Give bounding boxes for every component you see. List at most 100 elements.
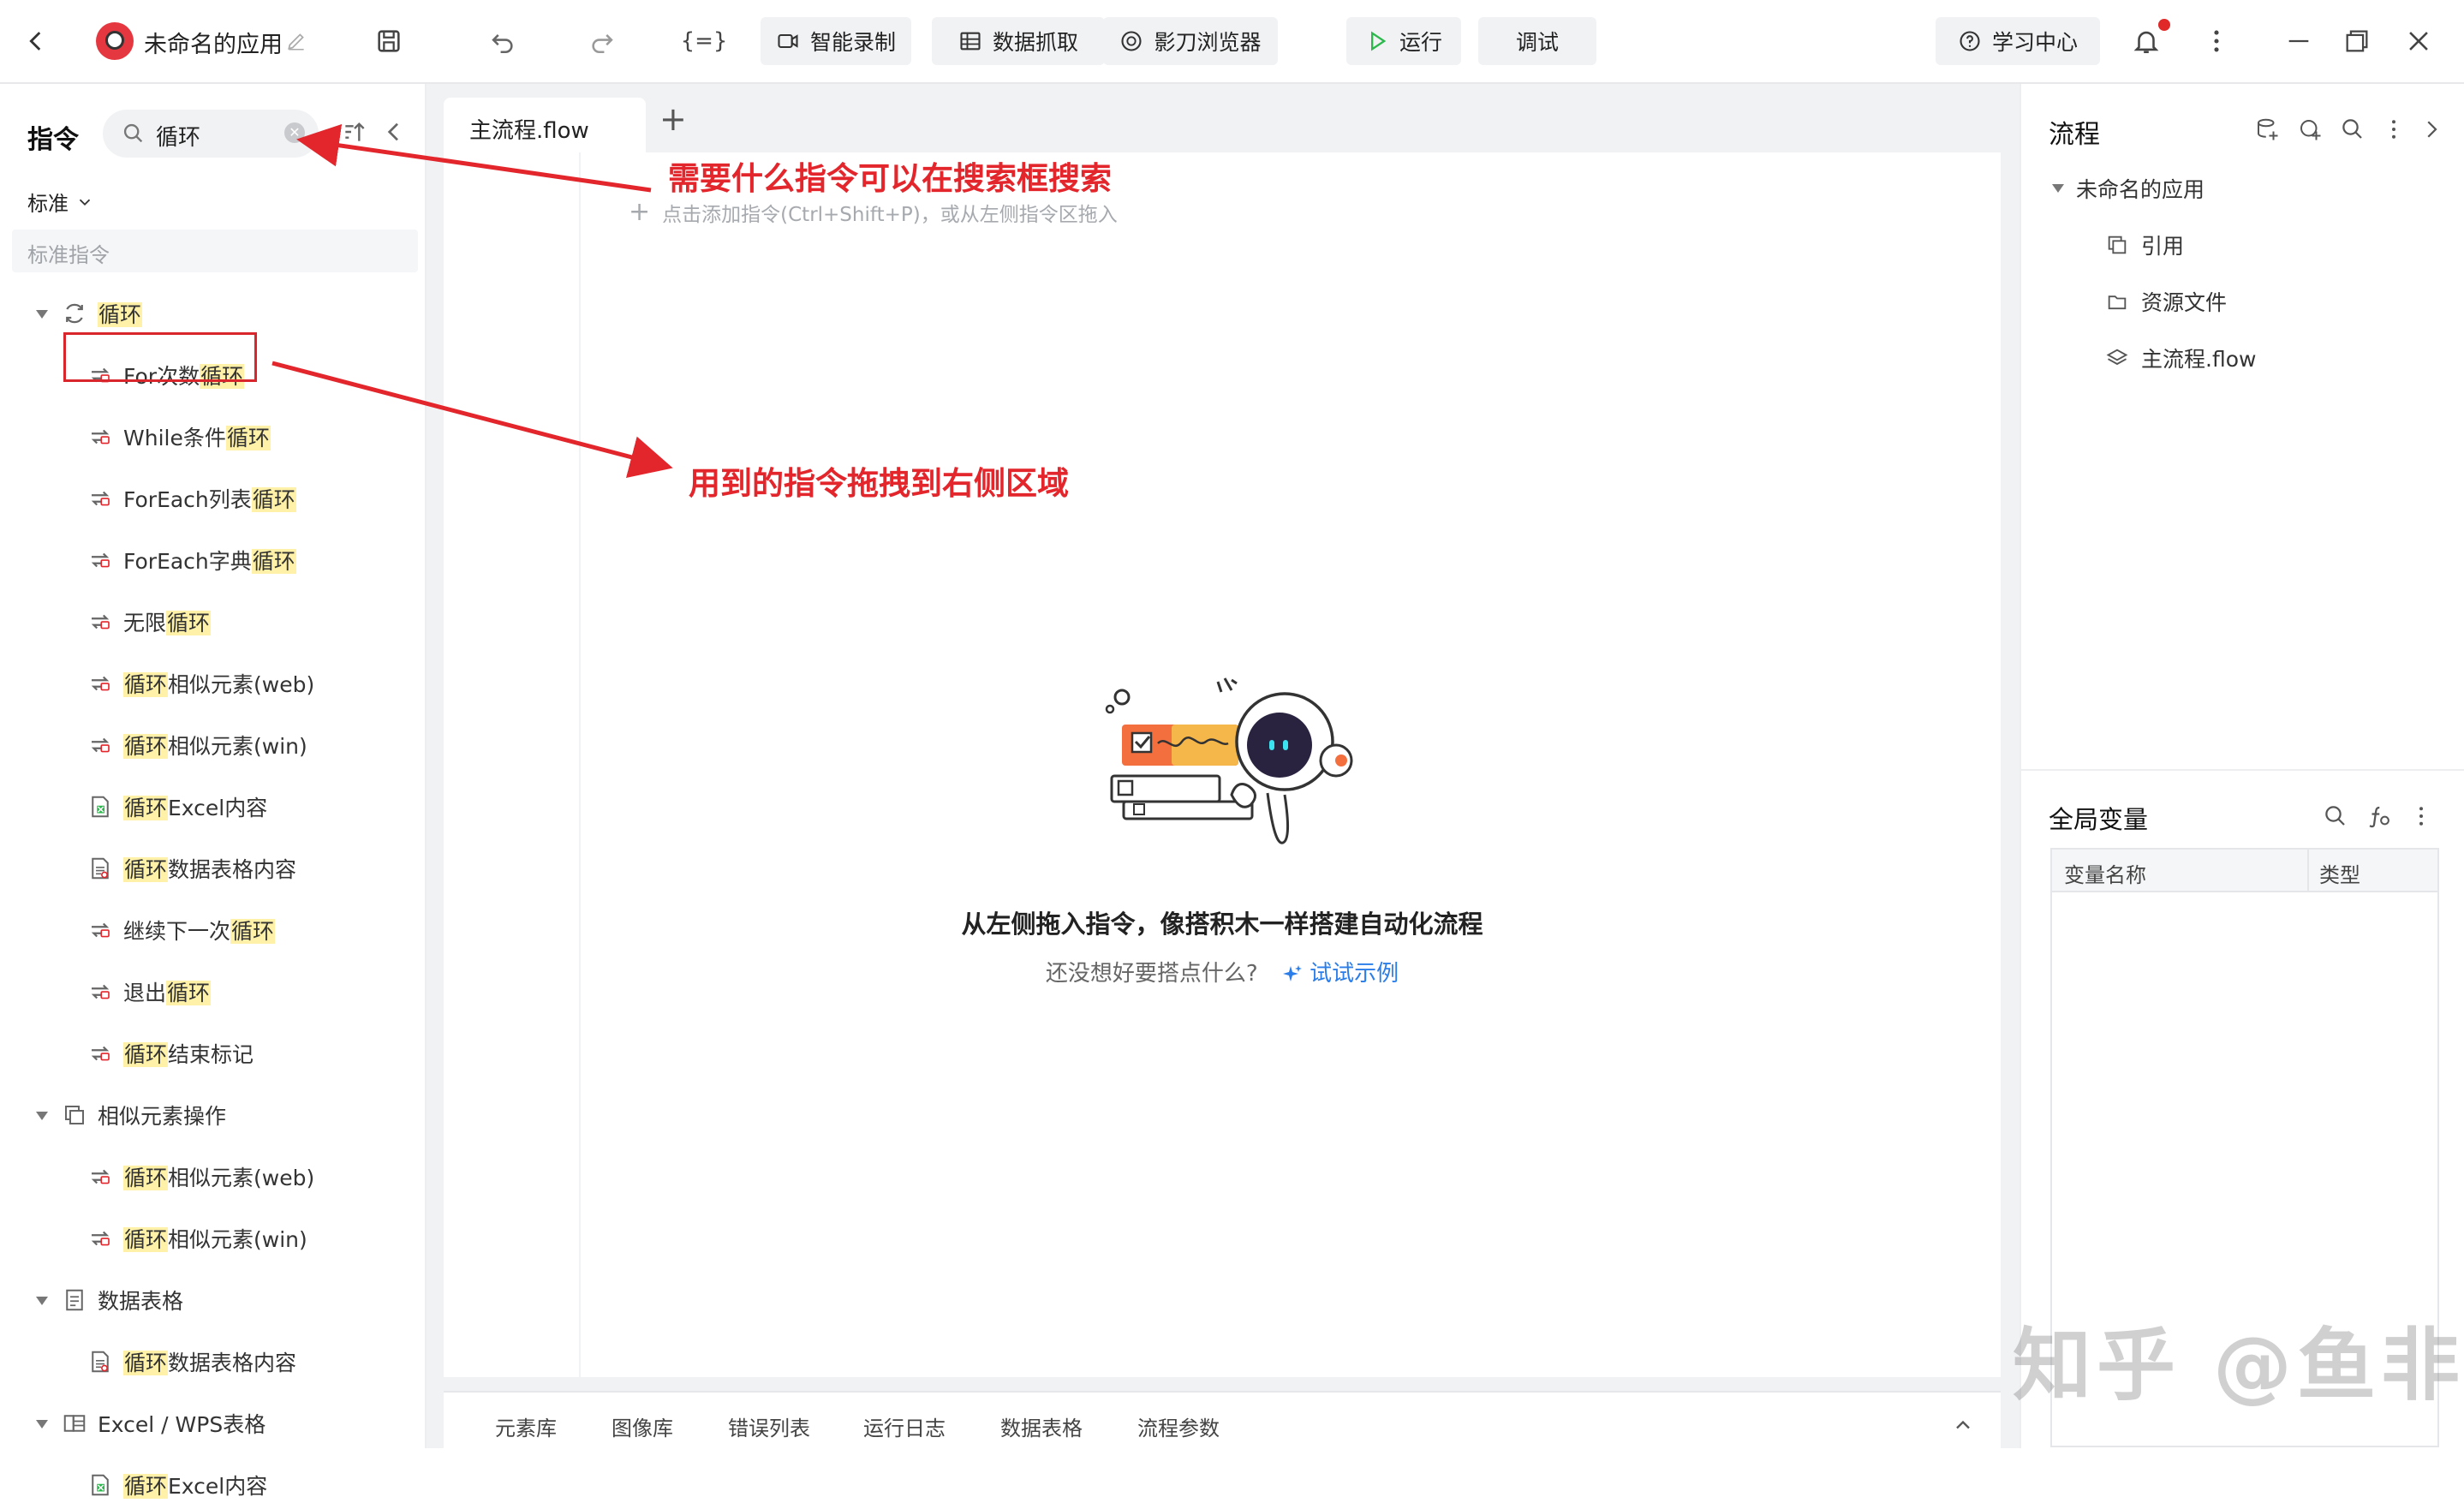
plus-icon: + bbox=[629, 197, 651, 227]
tab-run-log[interactable]: 运行日志 bbox=[863, 1411, 946, 1441]
more-icon[interactable] bbox=[2408, 803, 2434, 829]
loop-command-icon bbox=[87, 979, 113, 1005]
caret-down-icon[interactable] bbox=[36, 1112, 48, 1120]
tree-group-2[interactable]: 数据表格 bbox=[62, 1276, 183, 1324]
table-header: 变量名称 类型 bbox=[2052, 850, 2437, 892]
clear-search-icon[interactable]: ✕ bbox=[284, 122, 305, 143]
collapse-panel-icon[interactable] bbox=[380, 118, 408, 146]
flow-canvas[interactable]: + 点击添加指令(Ctrl+Shift+P)，或从左侧指令区拖入 从左侧拖入指令… bbox=[444, 152, 2001, 1377]
highlight-box-annotation bbox=[63, 332, 257, 382]
instruction-item[interactable]: 继续下一次循环 bbox=[87, 906, 276, 954]
instruction-item[interactable]: ForEach字典循环 bbox=[87, 536, 296, 584]
robot-illustration bbox=[1105, 677, 1353, 844]
variable-icon[interactable]: {=} bbox=[681, 21, 728, 62]
tree-group-1[interactable]: 相似元素操作 bbox=[62, 1091, 226, 1139]
instruction-item[interactable]: 退出循环 bbox=[87, 968, 212, 1016]
run-button[interactable]: 运行 bbox=[1346, 17, 1461, 65]
table-file-icon bbox=[87, 1349, 113, 1375]
search-icon[interactable] bbox=[2340, 116, 2366, 142]
tab-error-list[interactable]: 错误列表 bbox=[728, 1411, 810, 1441]
tree-group-0[interactable]: 循环 bbox=[62, 289, 143, 337]
search-icon[interactable] bbox=[2323, 803, 2348, 829]
loop-command-icon bbox=[87, 671, 113, 696]
instruction-label: 循环结束标记 bbox=[123, 1042, 254, 1067]
video-camera-icon bbox=[778, 33, 798, 49]
tree-item-reference[interactable]: 引用 bbox=[2105, 230, 2184, 260]
redo-icon[interactable] bbox=[582, 21, 623, 62]
tab-element-library[interactable]: 元素库 bbox=[495, 1411, 557, 1441]
add-reference-icon[interactable] bbox=[2254, 116, 2280, 142]
tab-flow-params[interactable]: 流程参数 bbox=[1137, 1411, 1220, 1441]
instruction-item[interactable]: While条件循环 bbox=[87, 413, 271, 461]
undo-icon[interactable] bbox=[481, 21, 522, 62]
loop-command-icon bbox=[87, 547, 113, 573]
app-logo bbox=[96, 22, 134, 60]
instruction-item[interactable]: 循环结束标记 bbox=[87, 1029, 254, 1077]
caret-down-icon bbox=[2052, 184, 2064, 193]
excel-icon bbox=[62, 1411, 87, 1436]
close-icon[interactable] bbox=[2398, 21, 2439, 62]
instruction-label: 循环相似元素(web) bbox=[123, 672, 315, 697]
app-title[interactable]: 未命名的应用 bbox=[144, 26, 283, 59]
chevron-right-icon[interactable] bbox=[2419, 116, 2444, 142]
caret-down-icon[interactable] bbox=[36, 1420, 48, 1428]
instruction-item[interactable]: ForEach列表循环 bbox=[87, 474, 296, 522]
data-capture-button[interactable]: 数据抓取 bbox=[932, 17, 1105, 65]
more-icon[interactable] bbox=[2381, 116, 2407, 142]
loop-command-icon bbox=[87, 486, 113, 511]
instruction-item[interactable]: 循环相似元素(web) bbox=[87, 659, 314, 707]
loop-command-icon bbox=[87, 1041, 113, 1066]
debug-button[interactable]: 调试 bbox=[1478, 17, 1596, 65]
restore-icon[interactable] bbox=[2336, 21, 2377, 62]
add-resource-icon[interactable] bbox=[2297, 116, 2323, 142]
smart-record-button[interactable]: 智能录制 bbox=[761, 17, 911, 65]
folder-icon bbox=[2108, 295, 2127, 310]
instruction-item[interactable]: 循环Excel内容 bbox=[87, 1461, 267, 1509]
tree-group-label: Excel / WPS表格 bbox=[98, 1412, 266, 1437]
instruction-item[interactable]: 循环数据表格内容 bbox=[87, 844, 296, 892]
sort-icon[interactable] bbox=[341, 118, 368, 146]
annotation-drag-note: 用到的指令拖拽到右侧区域 bbox=[689, 465, 1069, 502]
instruction-label: ForEach列表循环 bbox=[123, 487, 296, 512]
loop-command-icon bbox=[87, 609, 113, 635]
add-tab-icon[interactable]: + bbox=[659, 103, 687, 135]
instruction-item[interactable]: 循环Excel内容 bbox=[87, 783, 267, 831]
instruction-label: 循环Excel内容 bbox=[123, 1474, 268, 1499]
learning-center-button[interactable]: 学习中心 bbox=[1936, 17, 2100, 65]
tab-bar: 主流程.flow + bbox=[427, 84, 2020, 152]
category-dropdown[interactable]: 标准 bbox=[27, 187, 94, 217]
caret-down-icon[interactable] bbox=[36, 1297, 48, 1305]
instruction-label: ForEach字典循环 bbox=[123, 549, 296, 574]
instruction-item[interactable]: 循环相似元素(win) bbox=[87, 721, 307, 769]
add-instruction-hint[interactable]: + 点击添加指令(Ctrl+Shift+P)，或从左侧指令区拖入 bbox=[629, 197, 1118, 227]
panel-title: 指令 bbox=[27, 125, 79, 155]
line-gutter bbox=[444, 152, 581, 1377]
tree-item-resources[interactable]: 资源文件 bbox=[2105, 286, 2227, 317]
instruction-item[interactable]: 循环数据表格内容 bbox=[87, 1338, 296, 1386]
instruction-item[interactable]: 无限循环 bbox=[87, 598, 212, 646]
tree-group-label: 循环 bbox=[98, 302, 143, 327]
search-icon bbox=[123, 123, 143, 143]
instruction-item[interactable]: 循环相似元素(web) bbox=[87, 1153, 314, 1201]
tree-group-3[interactable]: Excel / WPS表格 bbox=[62, 1399, 265, 1447]
try-example-link[interactable]: 试试示例 bbox=[1282, 961, 1399, 987]
tree-item-main-flow[interactable]: 主流程.flow bbox=[2105, 343, 2256, 373]
function-icon[interactable] bbox=[2366, 803, 2391, 829]
search-input[interactable]: 循环 ✕ bbox=[103, 110, 319, 158]
back-icon[interactable] bbox=[15, 21, 57, 62]
tab-image-library[interactable]: 图像库 bbox=[612, 1411, 673, 1441]
caret-down-icon[interactable] bbox=[36, 310, 48, 319]
loop-command-icon bbox=[87, 424, 113, 450]
tree-root[interactable]: 未命名的应用 bbox=[2052, 173, 2204, 204]
save-icon[interactable] bbox=[368, 21, 409, 62]
watermark: 知乎 @鱼非 bbox=[2013, 1320, 2464, 1411]
minimize-icon[interactable] bbox=[2278, 21, 2319, 62]
browser-button[interactable]: 影刀浏览器 bbox=[1103, 17, 1278, 65]
tab-main-flow[interactable]: 主流程.flow bbox=[444, 98, 646, 152]
tree-group-label: 相似元素操作 bbox=[98, 1104, 227, 1129]
more-icon[interactable] bbox=[2196, 21, 2237, 62]
edit-name-icon[interactable] bbox=[279, 21, 313, 62]
instruction-item[interactable]: 循环相似元素(win) bbox=[87, 1214, 307, 1262]
chevron-up-icon[interactable] bbox=[1951, 1413, 1975, 1437]
tab-data-table[interactable]: 数据表格 bbox=[1000, 1411, 1083, 1441]
